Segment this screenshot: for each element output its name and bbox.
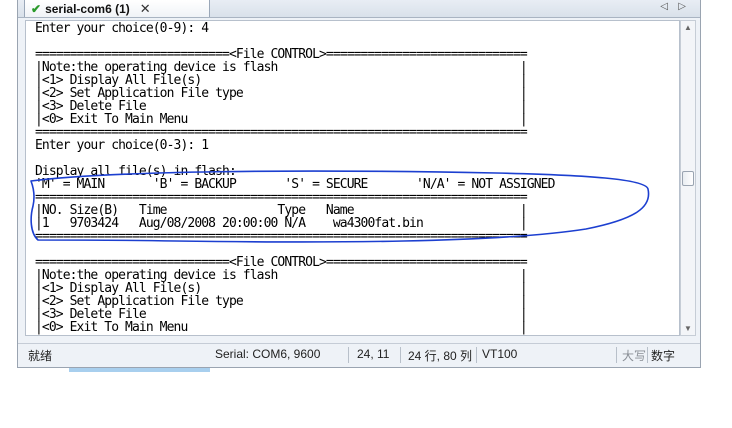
status-caps: 大写 xyxy=(622,349,647,363)
status-num: 数字 xyxy=(651,349,676,363)
status-divider xyxy=(476,347,477,363)
scroll-down-icon[interactable]: ▼ xyxy=(681,324,695,333)
terminal-window: ✔ serial-com6 (1) ✕ ◁ ▷ Enter your choic… xyxy=(17,0,701,368)
terminal-screen[interactable]: Enter your choice(0-9): 4 ==============… xyxy=(25,20,680,336)
scroll-up-icon[interactable]: ▲ xyxy=(681,23,695,32)
tab-bar: ✔ serial-com6 (1) ✕ ◁ ▷ xyxy=(18,0,700,18)
tab-title: serial-com6 (1) xyxy=(45,1,130,16)
tab-serial-com6[interactable]: ✔ serial-com6 (1) ✕ xyxy=(24,0,210,17)
status-serial: Serial: COM6, 9600 xyxy=(215,347,321,361)
status-size: 24 行, 80 列 xyxy=(408,349,473,363)
scrollbar-thumb[interactable] xyxy=(682,171,694,186)
connected-check-icon: ✔ xyxy=(31,1,42,16)
status-cursor: 24, 11 xyxy=(357,347,390,361)
status-divider xyxy=(647,347,648,363)
tab-prev-icon[interactable]: ◁ xyxy=(660,0,668,14)
vertical-scrollbar[interactable]: ▲ ▼ xyxy=(680,20,696,336)
status-bar: 就绪 Serial: COM6, 9600 24, 11 24 行, 80 列 … xyxy=(18,343,700,366)
status-term: VT100 xyxy=(482,347,518,361)
status-divider xyxy=(400,347,401,363)
tab-next-icon[interactable]: ▷ xyxy=(678,0,686,14)
taskbar-highlight xyxy=(69,368,210,372)
terminal-output: Enter your choice(0-9): 4 ==============… xyxy=(35,21,555,335)
status-divider xyxy=(348,347,349,363)
close-icon[interactable]: ✕ xyxy=(140,1,151,17)
status-divider xyxy=(616,347,617,363)
status-ready: 就绪 xyxy=(28,349,53,363)
